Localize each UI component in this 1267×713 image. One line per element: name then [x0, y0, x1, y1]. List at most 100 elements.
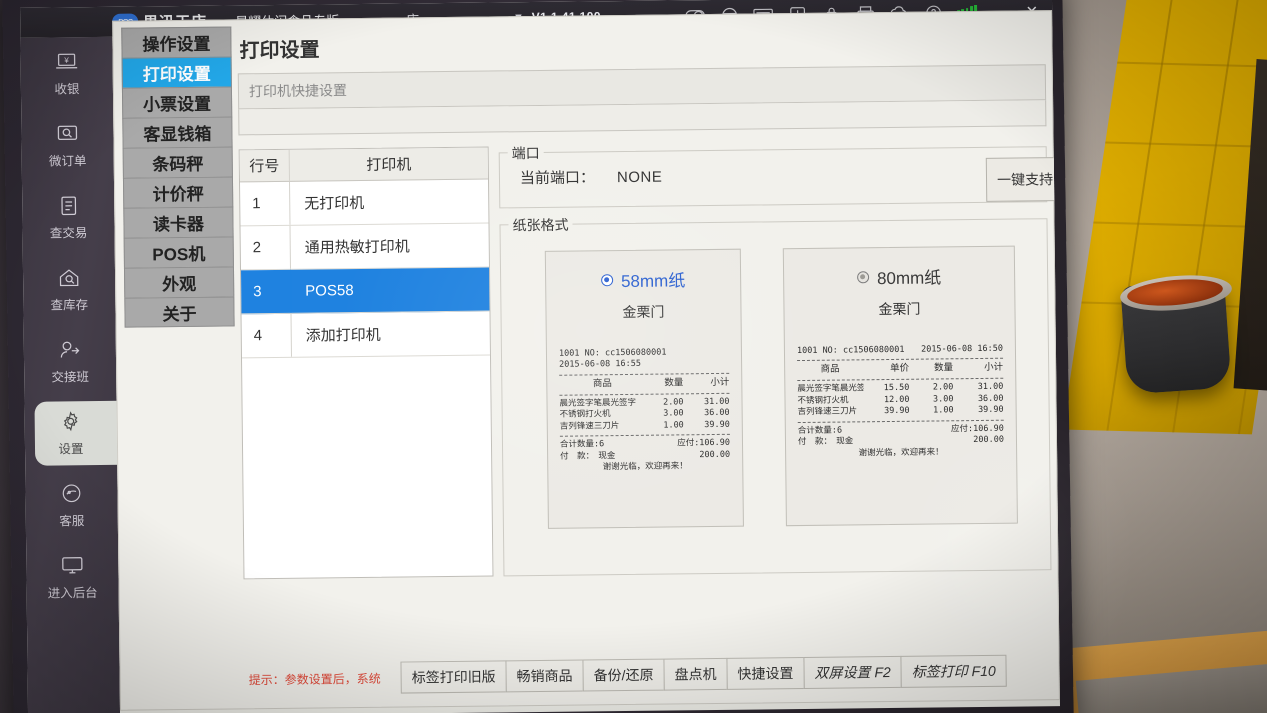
table-row[interactable]: 4 添加打印机 — [241, 311, 490, 359]
paper-58mm-label: 58mm纸 — [620, 271, 686, 292]
item-qty: 1.00 — [933, 405, 954, 416]
receipt-pay-label: 付 款： 现金 — [560, 450, 616, 462]
gear-icon — [58, 409, 84, 433]
table-row[interactable]: 1 无打印机 — [240, 179, 489, 227]
best-sellers-button[interactable]: 畅销商品 — [505, 659, 584, 693]
tab-barcode-scale[interactable]: 条码秤 — [122, 146, 233, 178]
dual-screen-settings-button[interactable]: 双屏设置 F2 — [803, 655, 902, 689]
cell-row-no: 1 — [240, 181, 291, 226]
sidebar-item-inventory[interactable]: 查库存 — [23, 253, 116, 326]
receipt-no-line: 1001 NO: cc1506080001 — [796, 344, 905, 357]
quick-settings-button[interactable]: 快捷设置 — [726, 656, 805, 690]
sidebar-item-label: 微订单 — [48, 154, 87, 169]
tab-label: 打印设置 — [142, 64, 211, 85]
item-name: 晨光签字笔晨光签字 — [797, 383, 864, 395]
receipt-total-qty: 合计数量:6 — [559, 439, 605, 450]
label-print-button[interactable]: 标签打印 F10 — [900, 654, 1007, 688]
inventory-search-icon — [56, 265, 82, 289]
tab-receipt-settings[interactable]: 小票设置 — [121, 86, 233, 118]
cell-printer-name: POS58 — [305, 282, 354, 300]
tab-label: 外观 — [162, 274, 197, 295]
bottom-toolbar: 提示：参数设置后，系统 标签打印旧版 畅销商品 备份/还原 盘点机 快捷设置 双… — [248, 653, 1048, 696]
receipt-item: 吉列锋速三刀片 1.00 39.90 — [560, 420, 730, 433]
tab-print-settings[interactable]: 打印设置 — [121, 56, 232, 88]
screen: POS 思迅天店 星耀休闲食品专版 一店 ▾ V1.1.41.100 — [20, 0, 1061, 713]
item-price: 12.00 — [883, 394, 910, 405]
item-name: 不锈钢打火机 — [559, 409, 611, 420]
receipt-total-qty: 合计数量:6 — [797, 425, 843, 436]
radio-80mm-icon[interactable] — [856, 270, 870, 283]
sidebar-item-label: 查库存 — [50, 298, 89, 313]
bottom-button-group: 标签打印旧版 畅销商品 备份/还原 盘点机 快捷设置 双屏设置 F2 标签打印 … — [400, 654, 1007, 694]
printer-config-area: 端口 当前端口： NONE 一键支持 纸张格式 58mm纸 金栗门 1001 N… — [498, 140, 1061, 577]
receipt-shop-name: 金栗门 — [622, 303, 665, 321]
item-qty: 2.00 — [662, 397, 684, 408]
receipt-col-price: 单价 — [890, 363, 910, 375]
tab-pos-machine[interactable]: POS机 — [123, 236, 234, 268]
item-subtotal: 31.00 — [703, 396, 730, 407]
stocktaking-machine-button[interactable]: 盘点机 — [663, 657, 728, 691]
item-subtotal: 39.90 — [704, 419, 730, 430]
item-name: 吉列锋速三刀片 — [797, 406, 858, 418]
tab-label: 客显钱箱 — [143, 124, 212, 145]
tab-label: 读卡器 — [152, 214, 205, 235]
sidebar-item-support[interactable]: 客服 — [25, 469, 118, 542]
label-print-legacy-button[interactable]: 标签打印旧版 — [400, 660, 507, 694]
sidebar-item-shift[interactable]: 交接班 — [24, 325, 117, 398]
sidebar-item-label: 设置 — [58, 442, 84, 457]
tab-operation-settings[interactable]: 操作设置 — [121, 26, 232, 58]
item-subtotal: 36.00 — [977, 393, 1004, 404]
receipt-shop-name: 金栗门 — [878, 300, 921, 318]
table-row-selected[interactable]: 3 POS58 — [241, 267, 490, 315]
one-click-support-button[interactable]: 一键支持 — [985, 157, 1061, 202]
receipt-payable: 应付:106.90 — [950, 423, 1004, 434]
svg-text:¥: ¥ — [63, 56, 69, 65]
receipt-date-line: 2015-06-08 16:55 — [559, 359, 642, 371]
item-price: 15.50 — [883, 383, 910, 394]
paper-80mm-title[interactable]: 80mm纸 — [796, 263, 1002, 290]
paper-58mm-title[interactable]: 58mm纸 — [558, 266, 728, 293]
tab-label: 关于 — [162, 304, 197, 324]
receipt-thanks: 谢谢光临，欢迎再来！ — [602, 461, 688, 473]
item-name: 晨光签字笔晨光签字 — [559, 397, 637, 409]
item-qty: 3.00 — [663, 408, 684, 419]
tab-card-reader[interactable]: 读卡器 — [123, 206, 234, 238]
receipt-preview-80mm: 1001 NO: cc1506080001 2015-06-08 16:50 商… — [797, 344, 1004, 460]
paper-format-group: 纸张格式 58mm纸 金栗门 1001 NO: cc1506080001 201… — [499, 214, 1052, 577]
monitor-bezel: POS 思迅天店 星耀休闲食品专版 一店 ▾ V1.1.41.100 — [2, 0, 1074, 713]
receipt-columns: 商品 单价 数量 小计 — [797, 362, 1004, 377]
paper-format-group-label: 纸张格式 — [508, 214, 573, 236]
receipt-item: 吉列锋速三刀片 39.90 1.00 39.90 — [798, 405, 1004, 419]
receipt-items: 晨光签字笔晨光签字 2.00 31.00 不锈钢打火机 3.00 36.00 吉列锋速三… — [559, 397, 729, 433]
receipt-col-item: 商品 — [592, 378, 612, 390]
item-name: 吉列锋速三刀片 — [559, 420, 620, 432]
sidebar-item-cash[interactable]: ¥ 收银 — [20, 37, 113, 110]
receipt-preview-58mm: 1001 NO: cc1506080001 2015-06-08 16:55 商… — [559, 347, 730, 474]
paper-option-58mm[interactable]: 58mm纸 金栗门 1001 NO: cc1506080001 2015-06-… — [544, 248, 744, 529]
receipt-pay-label: 付 款： 现金 — [797, 436, 854, 448]
paper-option-80mm[interactable]: 80mm纸 金栗门 1001 NO: cc1506080001 2015-06-… — [782, 245, 1018, 527]
tab-label: 操作设置 — [142, 34, 211, 55]
sidebar-item-backstage[interactable]: 进入后台 — [26, 541, 119, 614]
printer-body: 行号 打印机 1 无打印机 2 通用热敏打印机 3 POS58 4 添加打印机 … — [238, 140, 1061, 580]
backup-restore-button[interactable]: 备份/还原 — [582, 658, 665, 692]
cell-row-no: 3 — [241, 269, 292, 314]
sidebar-item-transactions[interactable]: 查交易 — [22, 181, 115, 254]
photo-scene: POS 思迅天店 星耀休闲食品专版 一店 ▾ V1.1.41.100 — [0, 0, 1267, 713]
tab-about[interactable]: 关于 — [124, 296, 235, 328]
sidebar-item-micro-order[interactable]: 微订单 — [21, 109, 114, 182]
settings-content: 打印设置 打印机快捷设置 行号 打印机 1 无打印机 2 通用热敏打印机 3 P… — [237, 17, 1061, 702]
monitor-icon — [59, 553, 85, 577]
printer-table-filler — [242, 356, 490, 397]
radio-58mm-icon[interactable] — [600, 273, 614, 286]
sidebar-item-settings[interactable]: 设置 — [24, 397, 122, 470]
order-search-icon — [54, 121, 80, 145]
paper-80mm-label: 80mm纸 — [876, 268, 942, 289]
receipt-col-qty: 数量 — [664, 377, 684, 389]
tab-pricing-scale[interactable]: 计价秤 — [122, 176, 234, 208]
tab-customer-display-cashbox[interactable]: 客显钱箱 — [122, 116, 233, 148]
tab-appearance[interactable]: 外观 — [123, 266, 235, 298]
sidebar-item-label: 客服 — [59, 514, 85, 529]
table-row[interactable]: 2 通用热敏打印机 — [240, 223, 489, 271]
receipt-pay-amount: 200.00 — [699, 449, 731, 460]
